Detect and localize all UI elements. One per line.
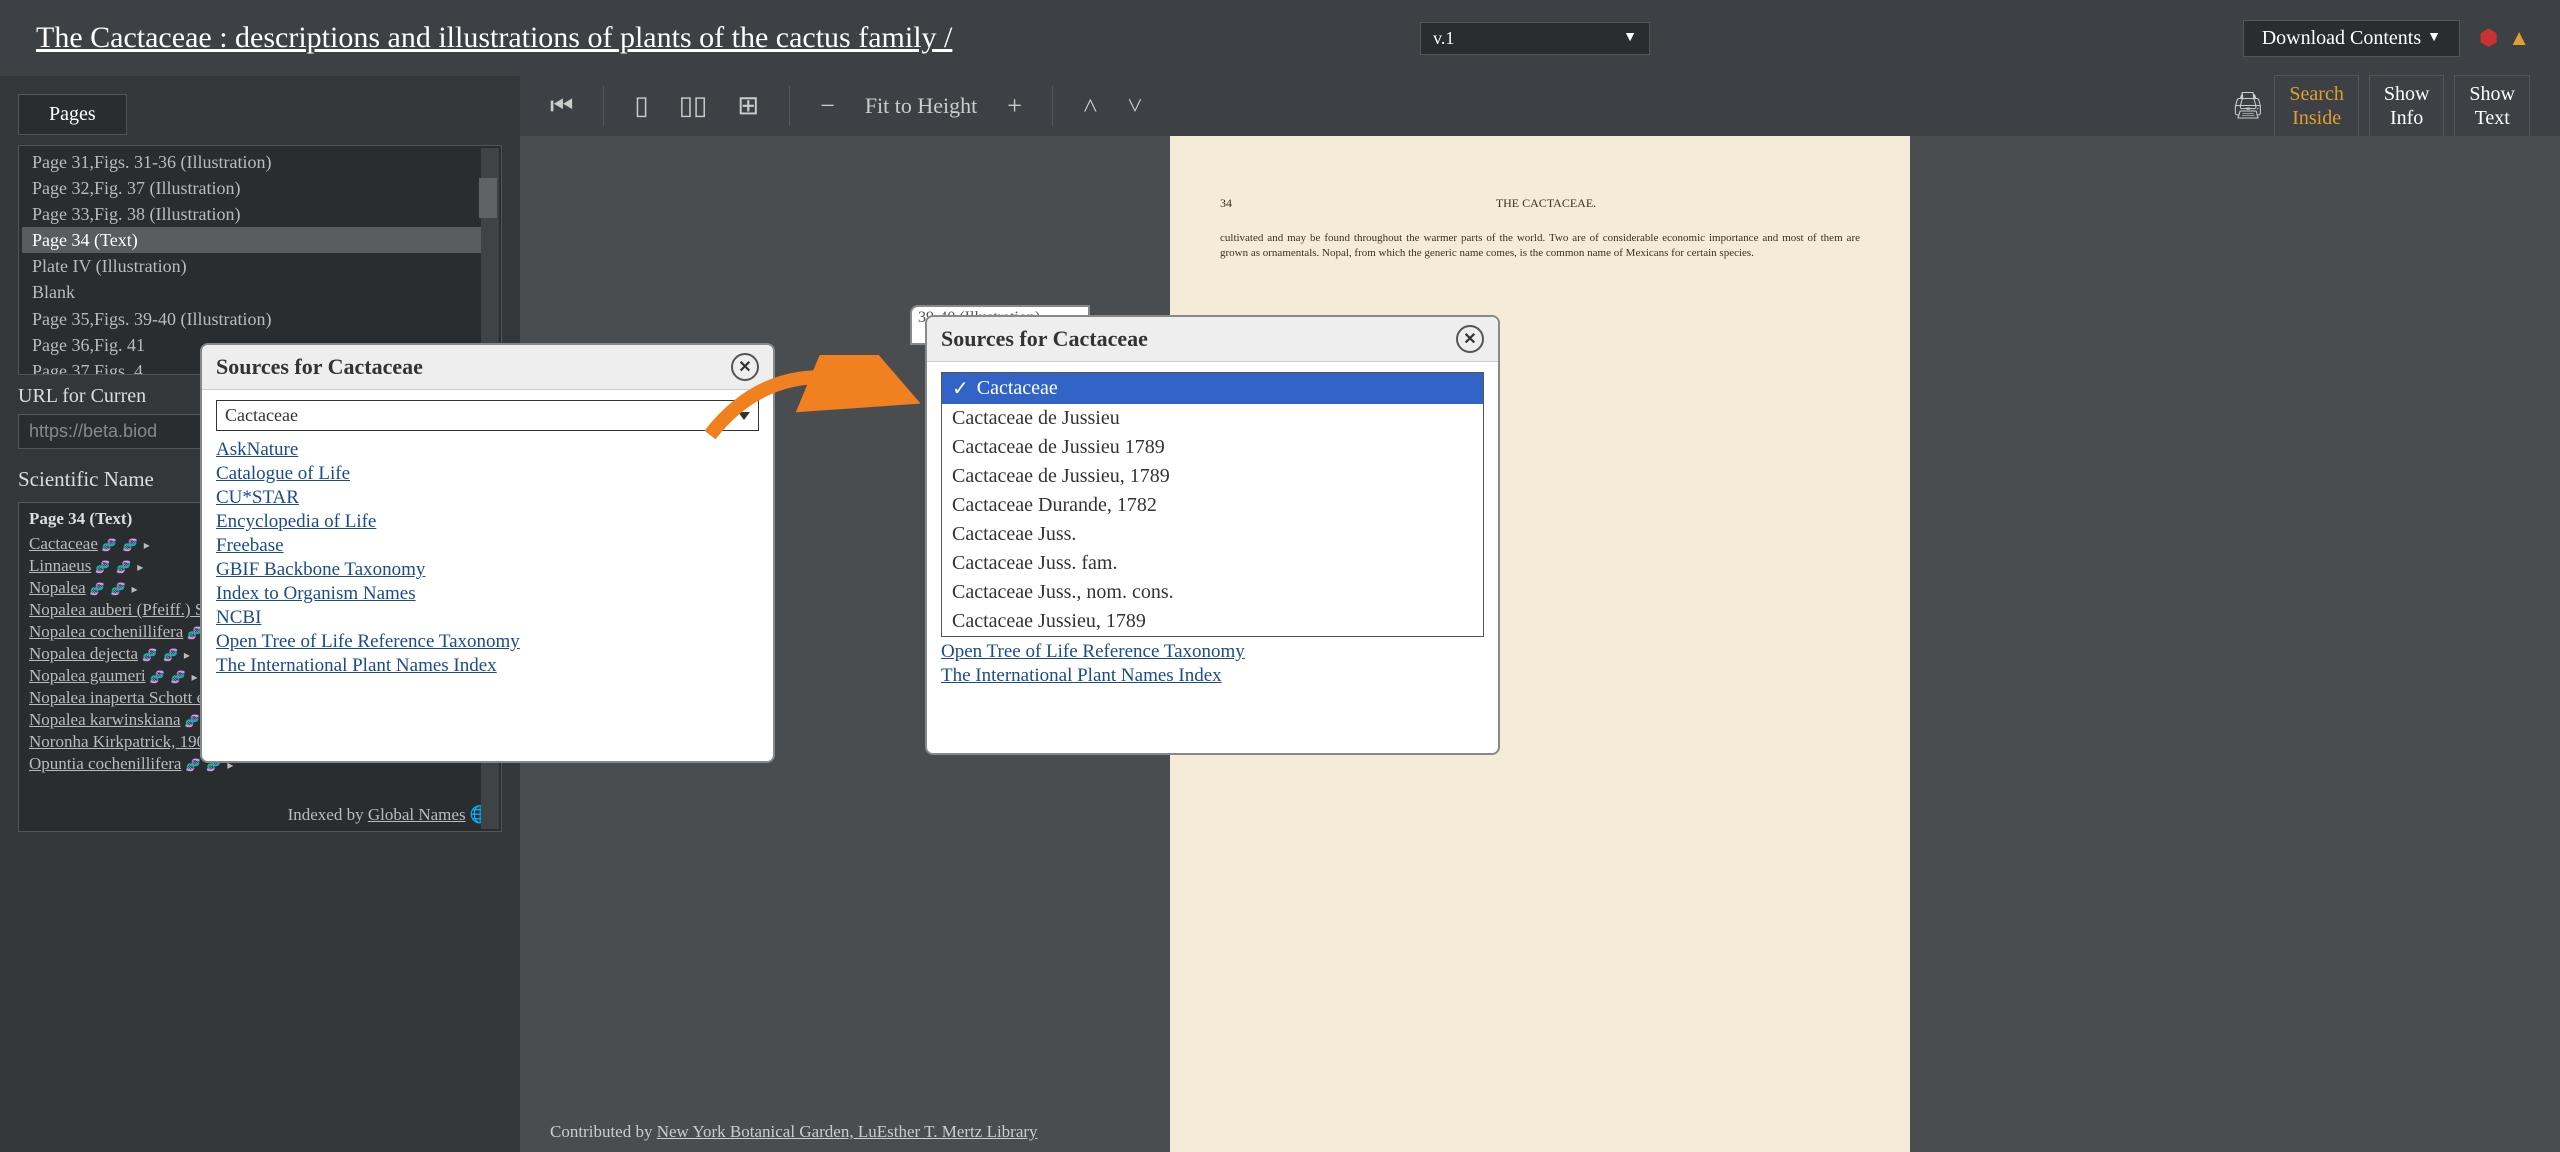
taxon-option[interactable]: Cactaceae de Jussieu, 1789 <box>942 462 1483 491</box>
dna-icon[interactable]: 🧬 <box>171 670 186 685</box>
mendeley-icon[interactable]: ⬢ <box>2479 25 2498 51</box>
scrollbar[interactable] <box>481 148 499 372</box>
separator <box>1052 86 1053 126</box>
dna-icon[interactable]: 🧬 <box>102 538 117 553</box>
source-link[interactable]: Open Tree of Life Reference Taxonomy <box>216 631 759 653</box>
pages-tab[interactable]: Pages <box>18 94 127 135</box>
source-link[interactable]: Catalogue of Life <box>216 463 759 485</box>
page-item[interactable]: Page 31,Figs. 31-36 (Illustration) <box>22 149 498 175</box>
taxon-option[interactable]: Cactaceae Jussieu, 1789 <box>942 607 1483 636</box>
taxon-option[interactable]: Cactaceae de Jussieu <box>942 404 1483 433</box>
page-viewer[interactable]: 34 THE CACTACEAE. cultivated and may be … <box>520 136 2560 1152</box>
download-contents-button[interactable]: Download Contents <box>2243 20 2460 57</box>
source-link[interactable]: Index to Organism Names <box>216 583 759 605</box>
page-item[interactable]: Page 33,Fig. 38 (Illustration) <box>22 201 498 227</box>
chevron-right-icon[interactable]: ▸ <box>144 538 150 553</box>
zoom-out-icon[interactable]: − <box>820 91 835 121</box>
annotation-arrow <box>700 355 920 475</box>
taxon-select[interactable]: Cactaceae <box>216 400 759 431</box>
dna-icon[interactable]: 🧬 <box>185 714 200 729</box>
running-head: THE CACTACEAE. <box>1496 196 1596 211</box>
volume-value: v.1 <box>1433 28 1454 49</box>
chevron-right-icon[interactable]: ▸ <box>192 670 198 685</box>
taxon-options-list[interactable]: Cactaceae Cactaceae de Jussieu Cactaceae… <box>941 372 1484 637</box>
separator <box>789 86 790 126</box>
chevron-right-icon[interactable]: ▸ <box>132 582 138 597</box>
two-page-icon[interactable]: ▯▯ <box>679 91 708 121</box>
show-info-button[interactable]: ShowInfo <box>2369 75 2445 137</box>
indexed-by: Indexed by Global Names 🌐 <box>288 805 491 825</box>
page-item[interactable]: Blank <box>22 279 498 305</box>
page-item[interactable]: Plate IV (Illustration) <box>22 253 498 279</box>
page-item[interactable]: Page 32,Fig. 37 (Illustration) <box>22 175 498 201</box>
sources-modal-after: Sources for Cactaceae ✕ Cactaceae Cactac… <box>925 315 1500 755</box>
source-link[interactable]: Open Tree of Life Reference Taxonomy <box>941 641 1484 663</box>
show-text-button[interactable]: ShowText <box>2454 75 2530 137</box>
page-item-active[interactable]: Page 34 (Text) <box>22 227 498 253</box>
dna-icon[interactable]: 🧬 <box>142 648 157 663</box>
dna-icon[interactable]: 🧬 <box>185 758 200 773</box>
page-item[interactable]: Page 35,Figs. 39-40 (Illustration) <box>22 306 498 332</box>
dna-icon[interactable]: 🧬 <box>123 538 138 553</box>
dna-icon[interactable]: 🧬 <box>90 582 105 597</box>
modal-title: Sources for Cactaceae <box>941 326 1148 352</box>
dna-icon[interactable]: 🧬 <box>111 582 126 597</box>
taxon-option-selected[interactable]: Cactaceae <box>942 373 1483 404</box>
fit-label[interactable]: Fit to Height <box>865 93 977 119</box>
modal-title: Sources for Cactaceae <box>216 354 423 380</box>
source-link[interactable]: The International Plant Names Index <box>216 655 759 677</box>
print-icon[interactable]: 🖨 <box>2231 91 2264 121</box>
dna-icon[interactable]: 🧬 <box>116 560 131 575</box>
global-names-link[interactable]: Global Names <box>368 805 466 824</box>
source-link[interactable]: CU*STAR <box>216 487 759 509</box>
dna-icon[interactable]: 🧬 <box>95 560 110 575</box>
pages-list[interactable]: Page 31,Figs. 31-36 (Illustration) Page … <box>18 145 502 375</box>
grid-icon[interactable]: ⊞ <box>737 91 759 121</box>
first-page-icon[interactable]: ⏮ <box>550 91 573 122</box>
volume-select[interactable]: v.1 <box>1420 22 1650 55</box>
taxon-option[interactable]: Cactaceae Juss. <box>942 520 1483 549</box>
taxon-option[interactable]: Cactaceae de Jussieu 1789 <box>942 433 1483 462</box>
source-link[interactable]: NCBI <box>216 607 759 629</box>
source-link[interactable]: Freebase <box>216 535 759 557</box>
dna-icon[interactable]: 🧬 <box>163 648 178 663</box>
source-link[interactable]: Encyclopedia of Life <box>216 511 759 533</box>
page-up-icon[interactable]: ˄ <box>1083 91 1098 121</box>
taxon-option[interactable]: Cactaceae Durande, 1782 <box>942 491 1483 520</box>
zoom-in-icon[interactable]: + <box>1007 91 1022 121</box>
dna-icon[interactable]: 🧬 <box>150 670 165 685</box>
taxon-option[interactable]: Cactaceae Juss., nom. cons. <box>942 578 1483 607</box>
single-page-icon[interactable]: ▯ <box>634 91 648 121</box>
contributor-link[interactable]: New York Botanical Garden, LuEsther T. M… <box>657 1122 1038 1141</box>
separator <box>603 86 604 126</box>
search-inside-button[interactable]: SearchInside <box>2274 75 2358 137</box>
source-link[interactable]: GBIF Backbone Taxonomy <box>216 559 759 581</box>
chevron-right-icon[interactable]: ▸ <box>137 560 143 575</box>
close-icon[interactable]: ✕ <box>1456 325 1484 353</box>
sources-modal-before: Sources for Cactaceae ✕ Cactaceae AskNat… <box>200 343 775 763</box>
page-text: cultivated and may be found throughout t… <box>1220 231 1860 261</box>
book-title[interactable]: The Cactaceae : descriptions and illustr… <box>36 21 952 55</box>
warning-icon[interactable]: ▲ <box>2508 25 2530 51</box>
source-link[interactable]: AskNature <box>216 439 759 461</box>
taxon-option[interactable]: Cactaceae Juss. fam. <box>942 549 1483 578</box>
page-down-icon[interactable]: ˅ <box>1128 91 1143 121</box>
contributed-by: Contributed by New York Botanical Garden… <box>550 1122 1038 1142</box>
source-link[interactable]: The International Plant Names Index <box>941 665 1484 687</box>
chevron-right-icon[interactable]: ▸ <box>184 648 190 663</box>
page-number: 34 <box>1220 196 1232 211</box>
